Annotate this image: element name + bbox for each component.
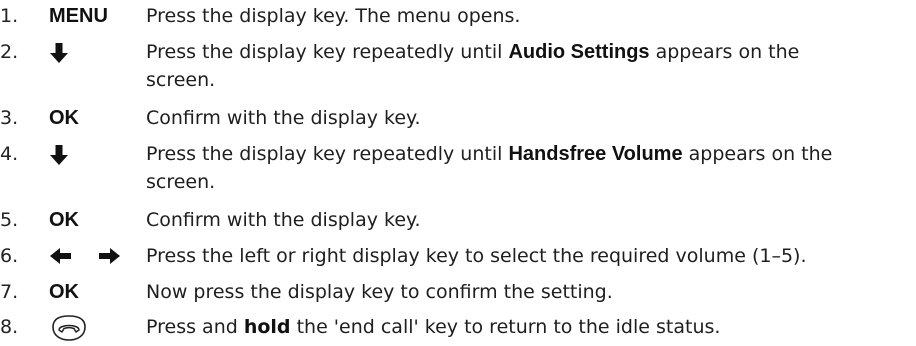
ok-key-label: OK [49,281,79,303]
step-number: 2. [0,41,19,63]
step-number: 8. [0,316,19,338]
menu-key-label: MENU [49,5,108,27]
end-call-key-icon [49,313,139,343]
step-number: 1. [0,5,19,27]
step-number: 4. [0,143,19,165]
step-text: Press the display key repeatedly until [146,41,509,63]
step-number: 6. [0,245,19,267]
step-number: 5. [0,209,19,231]
ok-key-label: OK [49,209,79,231]
step-description: Press and hold the 'end call' key to ret… [146,313,846,341]
step-text: Now press the display key to confirm the… [146,281,613,303]
left-right-arrows-icon [49,242,139,270]
ok-key-label: OK [49,107,79,129]
step-number: 3. [0,107,19,129]
down-arrow-icon [49,38,139,66]
step-description: Press the display key. The menu opens. [146,2,846,30]
step-text: Press the left or right display key to s… [146,245,807,267]
step-description: Press the left or right display key to s… [146,242,846,270]
menu-item-name: Handsfree Volume [508,143,683,165]
step-description: Confirm with the display key. [146,104,846,132]
step-description: Confirm with the display key. [146,206,846,234]
step-text: Confirm with the display key. [146,209,421,231]
step-text: Confirm with the display key. [146,107,421,129]
step-text: the 'end call' key to return to the idle… [290,316,721,338]
step-number: 7. [0,281,19,303]
emphasis-text: hold [243,316,291,338]
step-text: Press and [146,316,244,338]
step-description: Press the display key repeatedly until H… [146,140,846,196]
step-description: Press the display key repeatedly until A… [146,38,846,94]
step-text: Press the display key repeatedly until [146,143,509,165]
menu-item-name: Audio Settings [508,41,650,63]
step-text: Press the display key. The menu opens. [146,5,521,27]
step-description: Now press the display key to confirm the… [146,278,846,306]
down-arrow-icon [49,140,139,168]
